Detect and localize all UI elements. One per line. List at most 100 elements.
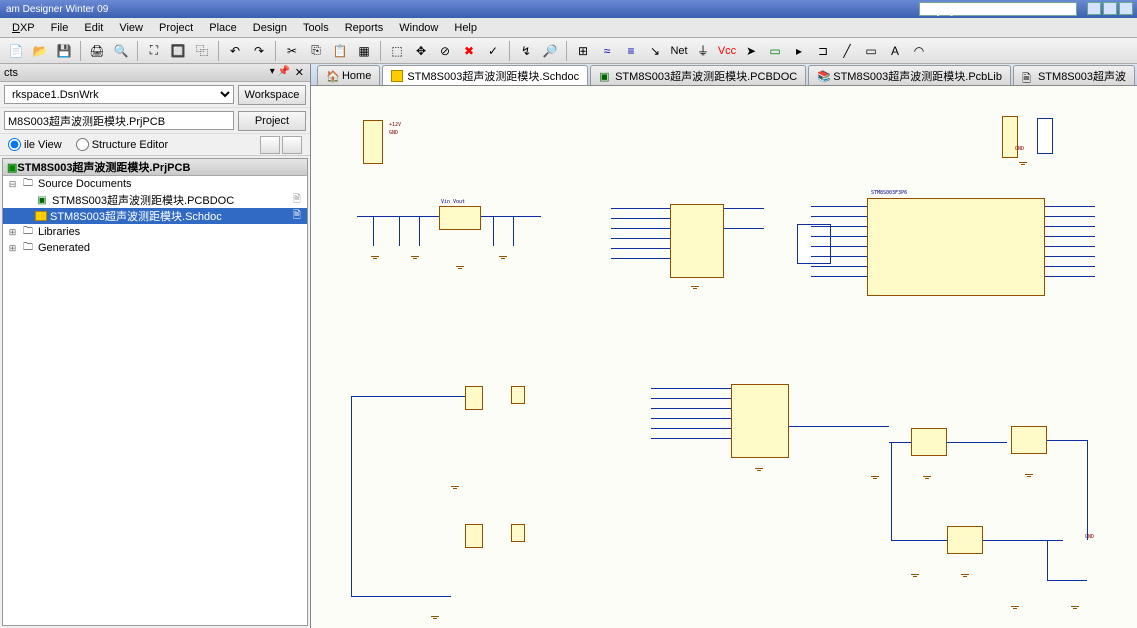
place-bus-button[interactable]: ≡ (621, 41, 641, 61)
tab-pcblib[interactable]: 📚STM8S003超声波测距模块.PcbLib (808, 65, 1011, 85)
separator (137, 41, 138, 61)
place-sheetentry-button[interactable]: ▸ (789, 41, 809, 61)
refresh-icon[interactable] (260, 136, 280, 154)
folder-icon: 🗀 (21, 177, 35, 191)
place-gnd-button[interactable]: ⏚ (693, 41, 713, 61)
clear-button[interactable]: ✖ (459, 41, 479, 61)
place-netlabel-button[interactable]: Net (669, 41, 689, 61)
pcb-icon: ▣ (599, 70, 611, 82)
menu-reports[interactable]: Reports (337, 22, 392, 34)
project-button[interactable]: Project (238, 111, 306, 131)
workspace-select[interactable]: rkspace1.DsnWrk (4, 85, 234, 104)
structure-editor-radio[interactable]: Structure Editor (76, 138, 168, 151)
place-line-button[interactable]: ╱ (837, 41, 857, 61)
undo-button[interactable]: ↶ (225, 41, 245, 61)
menu-place[interactable]: Place (201, 22, 245, 34)
pin-icon[interactable]: ▾ 📌 (270, 66, 290, 77)
path-box[interactable]: D:\[07]技术创新\设计资源\STM8S (919, 2, 1077, 16)
panel-close-icon[interactable]: ✕ (295, 66, 304, 79)
place-sheet-button[interactable]: ▭ (765, 41, 785, 61)
menu-edit[interactable]: Edit (76, 22, 111, 34)
collapse-icon[interactable]: ⊟ (7, 179, 18, 190)
place-arc-button[interactable]: ◠ (909, 41, 929, 61)
document-tabbar: 🏠Home STM8S003超声波测距模块.Schdoc ▣STM8S003超声… (311, 64, 1137, 86)
new-button[interactable]: 📄 (6, 41, 26, 61)
project-field[interactable] (4, 111, 234, 130)
workspace-button[interactable]: Workspace (238, 85, 306, 105)
paste-button[interactable]: 📋 (330, 41, 350, 61)
separator (380, 41, 381, 61)
project-icon: ▣ (7, 161, 17, 174)
file-view-radio[interactable]: ile View (8, 138, 62, 151)
doc-icon: 🗎 (293, 192, 301, 209)
place-port-button[interactable]: ➤ (741, 41, 761, 61)
view-mode-row: ile View Structure Editor (0, 134, 310, 156)
deselect-button[interactable]: ⊘ (435, 41, 455, 61)
project-row: Project (0, 108, 310, 134)
menubar: DXP File Edit View Project Place Design … (0, 18, 1137, 38)
place-harness-button[interactable]: ⊐ (813, 41, 833, 61)
schematic-icon (35, 211, 47, 221)
menu-tools[interactable]: Tools (295, 22, 337, 34)
hierarchy-button[interactable]: ⿻ (192, 41, 212, 61)
place-text-button[interactable]: A (885, 41, 905, 61)
cut-button[interactable]: ✂ (282, 41, 302, 61)
menu-dxp[interactable]: DXP (4, 22, 43, 34)
tab-extra[interactable]: 🗎STM8S003超声波 (1013, 65, 1135, 85)
tree-source-documents[interactable]: ⊟ 🗀 Source Documents (3, 176, 307, 192)
expand-icon[interactable]: ⊞ (7, 243, 18, 254)
panel-title-text: cts (4, 67, 18, 79)
place-vcc-button[interactable]: Vcc (717, 41, 737, 61)
menu-window[interactable]: Window (391, 22, 446, 34)
schematic-canvas[interactable]: +12V GND GND Vin Vout (311, 86, 1137, 628)
copy-button[interactable]: ⎘ (306, 41, 326, 61)
place-wire-button[interactable]: ≈ (597, 41, 617, 61)
place-busentry-button[interactable]: ↘ (645, 41, 665, 61)
tree-generated[interactable]: ⊞ 🗀 Generated (3, 240, 307, 256)
save-button[interactable]: 💾 (54, 41, 74, 61)
schematic-icon (391, 70, 403, 82)
menu-file[interactable]: File (43, 22, 77, 34)
zoom-area-button[interactable]: 🔲 (168, 41, 188, 61)
tree-pcbdoc[interactable]: ▣ STM8S003超声波测距模块.PCBDOC 🗎 (3, 192, 307, 208)
title-left: am Designer Winter 09 (6, 4, 108, 15)
tree-libraries[interactable]: ⊞ 🗀 Libraries (3, 224, 307, 240)
redo-button[interactable]: ↷ (249, 41, 269, 61)
settings-icon[interactable] (282, 136, 302, 154)
maximize-button[interactable] (1103, 2, 1117, 15)
open-button[interactable]: 📂 (30, 41, 50, 61)
place-rect-button[interactable]: ▭ (861, 41, 881, 61)
editor-area: 🏠Home STM8S003超声波测距模块.Schdoc ▣STM8S003超声… (311, 64, 1137, 628)
place-part-button[interactable]: ⊞ (573, 41, 593, 61)
window-controls (1085, 2, 1133, 15)
paste-array-button[interactable]: ▦ (354, 41, 374, 61)
close-button[interactable] (1119, 2, 1133, 15)
tree-schdoc[interactable]: STM8S003超声波测距模块.Schdoc 🗎 (3, 208, 307, 224)
menu-project[interactable]: Project (151, 22, 201, 34)
library-icon: 📚 (817, 70, 829, 82)
tab-schdoc[interactable]: STM8S003超声波测距模块.Schdoc (382, 65, 588, 85)
minimize-button[interactable] (1087, 2, 1101, 15)
toolbar: 📄 📂 💾 🖨 🔍 ⛶ 🔲 ⿻ ↶ ↷ ✂ ⎘ 📋 ▦ ⬚ ✥ ⊘ ✖ ✓ ↯ … (0, 38, 1137, 64)
toggle-button[interactable]: ✓ (483, 41, 503, 61)
tab-pcbdoc[interactable]: ▣STM8S003超声波测距模块.PCBDOC (590, 65, 806, 85)
print-button[interactable]: 🖨 (87, 41, 107, 61)
window-titlebar: am Designer Winter 09 D:\[07]技术创新\设计资源\S… (0, 0, 1137, 18)
preview-button[interactable]: 🔍 (111, 41, 131, 61)
zoom-fit-button[interactable]: ⛶ (144, 41, 164, 61)
panel-header: cts ▾ 📌 ✕ (0, 64, 310, 82)
expand-icon[interactable]: ⊞ (7, 227, 18, 238)
select-button[interactable]: ⬚ (387, 41, 407, 61)
doc-icon: 🗎 (293, 208, 301, 225)
separator (566, 41, 567, 61)
menu-help[interactable]: Help (446, 22, 485, 34)
menu-design[interactable]: Design (245, 22, 295, 34)
crossprobe-button[interactable]: ↯ (516, 41, 536, 61)
main-area: cts ▾ 📌 ✕ rkspace1.DsnWrk Workspace Proj… (0, 64, 1137, 628)
move-button[interactable]: ✥ (411, 41, 431, 61)
project-tree[interactable]: ▣ STM8S003超声波测距模块.PrjPCB ⊟ 🗀 Source Docu… (2, 158, 308, 626)
separator (218, 41, 219, 61)
browse-button[interactable]: 🔎 (540, 41, 560, 61)
menu-view[interactable]: View (111, 22, 151, 34)
tab-home[interactable]: 🏠Home (317, 65, 380, 85)
